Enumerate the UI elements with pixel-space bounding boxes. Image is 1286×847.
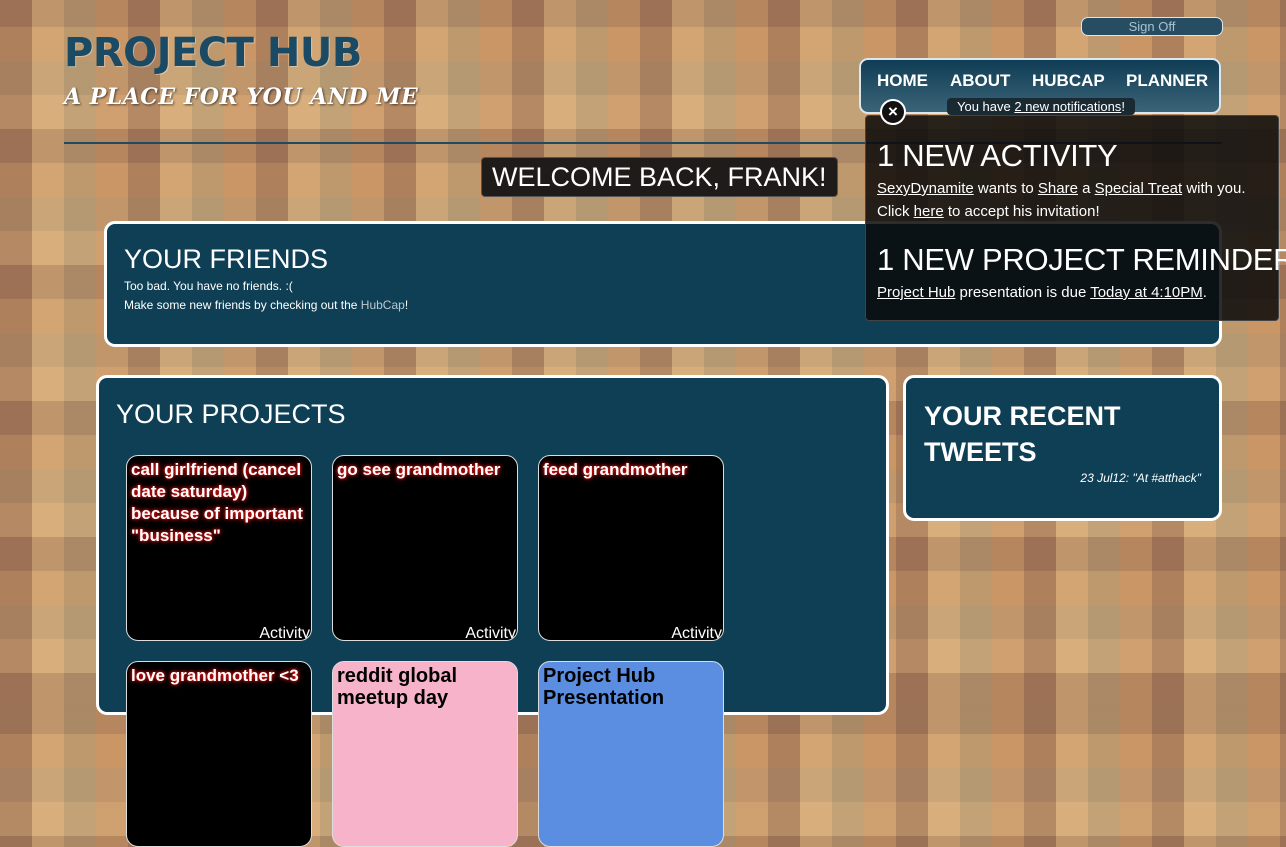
site-title: PROJECT HUB — [64, 30, 362, 76]
nav-home[interactable]: HOME — [877, 71, 928, 91]
notifications-badge: You have 2 new notifications! — [947, 98, 1135, 115]
project-activity-link[interactable]: Activity — [669, 625, 722, 640]
user-link[interactable]: SexyDynamite — [877, 180, 974, 197]
project-card[interactable]: love grandmother <3 — [126, 661, 312, 847]
site-tagline: A PLACE FOR YOU AND ME — [64, 84, 419, 110]
welcome-banner: WELCOME BACK, FRANK! — [481, 157, 838, 197]
friends-heading: YOUR FRIENDS — [124, 244, 329, 274]
project-title: call girlfriend (cancel date saturday) b… — [131, 460, 303, 545]
project-card[interactable]: reddit global meetup day — [332, 661, 518, 847]
accept-invitation-link[interactable]: here — [914, 203, 944, 220]
notifications-link[interactable]: 2 new notifications — [1014, 99, 1121, 114]
tweets-heading: YOUR RECENT TWEETS — [924, 401, 1121, 467]
friends-empty-text: Too bad. You have no friends. :( — [124, 279, 293, 293]
project-card[interactable]: call girlfriend (cancel date saturday) b… — [126, 455, 312, 641]
due-time-link[interactable]: Today at 4:10PM — [1090, 284, 1203, 301]
projects-panel: YOUR PROJECTS call girlfriend (cancel da… — [96, 375, 889, 847]
share-link[interactable]: Share — [1038, 180, 1078, 197]
nav-planner[interactable]: PLANNER — [1126, 71, 1208, 91]
special-treat-link[interactable]: Special Treat — [1095, 180, 1183, 197]
notifications-popup: 1 NEW ACTIVITY SexyDynamite wants to Sha… — [865, 115, 1286, 321]
project-title: reddit global meetup day — [337, 665, 457, 709]
reminder-heading: 1 NEW PROJECT REMINDER — [877, 242, 1286, 277]
project-title: feed grandmother — [543, 460, 688, 479]
tweets-panel: YOUR RECENT TWEETS 23 Jul12: "At #atthac… — [903, 375, 1222, 521]
nav-hubcap[interactable]: HUBCAP — [1032, 71, 1105, 91]
project-card[interactable]: Project Hub Presentation — [538, 661, 724, 847]
project-card[interactable]: go see grandmother Activity — [332, 455, 518, 641]
latest-tweet: 23 Jul12: "At #atthack" — [1080, 471, 1201, 485]
project-title: love grandmother <3 — [131, 666, 299, 685]
project-title: go see grandmother — [337, 460, 501, 479]
hubcap-link[interactable]: HubCap — [361, 298, 405, 312]
project-activity-link[interactable]: Activity — [257, 625, 310, 640]
project-card[interactable]: feed grandmother Activity — [538, 455, 724, 641]
activity-heading: 1 NEW ACTIVITY — [877, 138, 1118, 173]
activity-accept-text: Click here to accept his invitation! — [877, 203, 1100, 220]
close-icon[interactable]: × — [880, 99, 906, 125]
reminder-text: Project Hub presentation is due Today at… — [877, 284, 1207, 301]
sign-off-button[interactable]: Sign Off — [1081, 17, 1223, 36]
project-link[interactable]: Project Hub — [877, 284, 955, 301]
project-title: Project Hub Presentation — [543, 665, 665, 709]
activity-text: SexyDynamite wants to Share a Special Tr… — [877, 180, 1246, 197]
project-activity-link[interactable]: Activity — [463, 625, 516, 640]
nav-about[interactable]: ABOUT — [950, 71, 1010, 91]
projects-heading: YOUR PROJECTS — [116, 399, 346, 429]
friends-suggestion: Make some new friends by checking out th… — [124, 298, 409, 312]
